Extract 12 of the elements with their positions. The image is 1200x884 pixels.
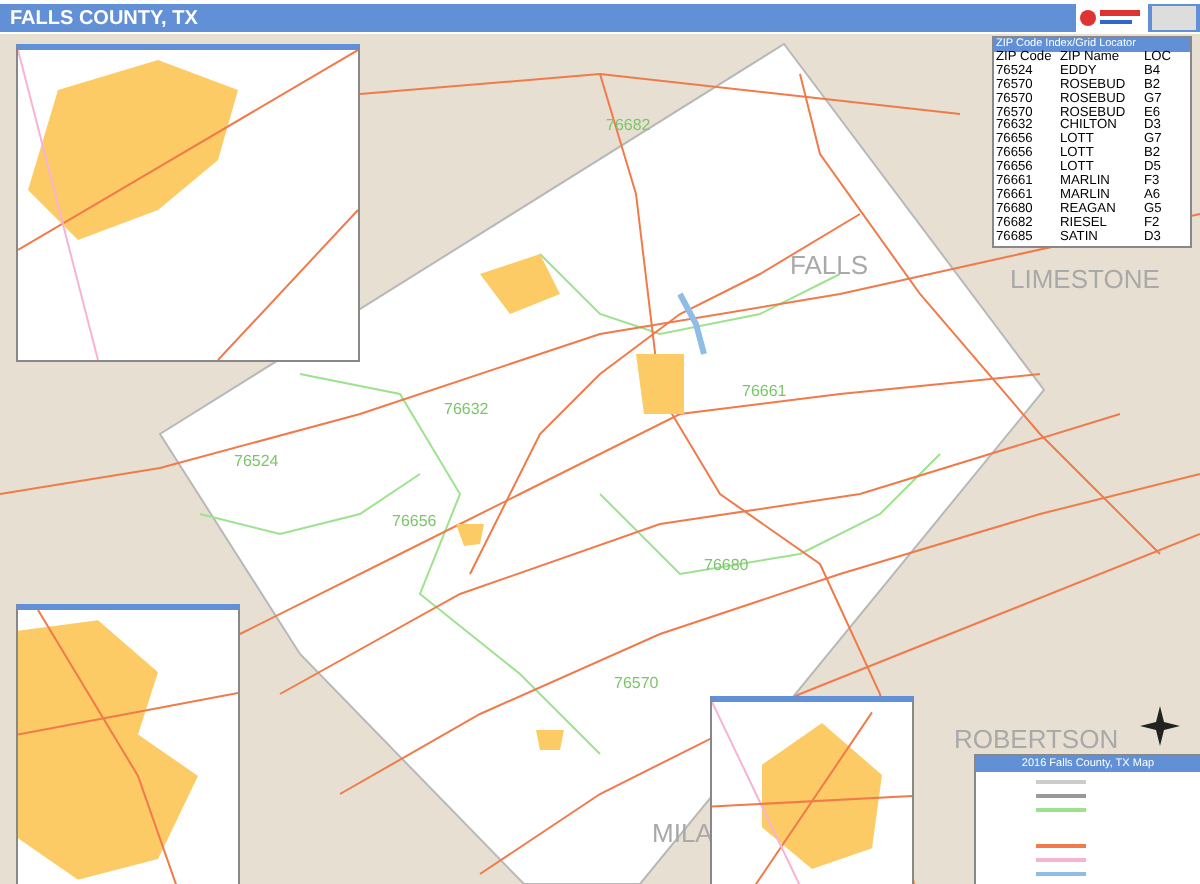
county-label: LIMESTONE <box>1010 264 1160 294</box>
zip-code-label: 76524 <box>234 452 279 470</box>
county-label: ROBERTSON <box>954 724 1119 754</box>
zip-code-label: 76570 <box>614 674 659 692</box>
county-label: MILA <box>652 818 713 848</box>
zip-code-label: 76632 <box>444 400 489 418</box>
compass-icon <box>1140 706 1180 746</box>
zip-code-label: 76661 <box>742 382 787 400</box>
legend-symbols-drawing <box>1036 780 1086 876</box>
zip-code-label: 76656 <box>392 512 437 530</box>
map-title: FALLS COUNTY, TX <box>10 7 198 29</box>
county-label: FALLS <box>790 250 869 280</box>
